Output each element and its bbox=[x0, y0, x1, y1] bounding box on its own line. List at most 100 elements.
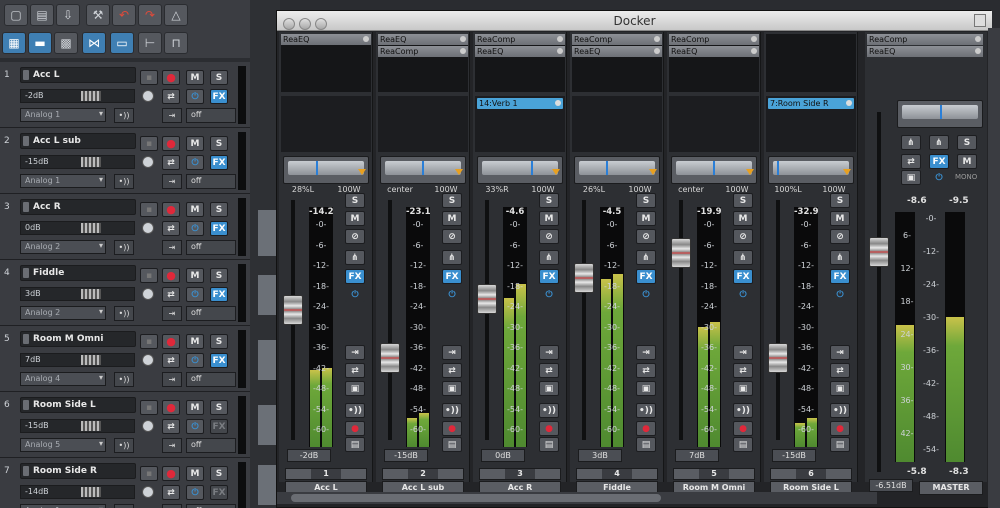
io-icon[interactable]: ⇄ bbox=[830, 363, 850, 378]
solo-button[interactable]: S bbox=[830, 193, 850, 208]
input-icon[interactable]: ⇥ bbox=[539, 345, 559, 360]
monitor-icon[interactable]: •)) bbox=[114, 372, 134, 387]
route-icon[interactable]: ⇥ bbox=[162, 372, 182, 387]
fx-button[interactable]: FX bbox=[442, 269, 462, 284]
mute-button[interactable]: M bbox=[957, 154, 977, 169]
fx-slot[interactable]: ReaEQ bbox=[867, 46, 983, 57]
track-name-field[interactable]: Room Side R bbox=[20, 463, 136, 479]
mute-button[interactable]: M bbox=[186, 70, 204, 85]
track-header[interactable]: 5 Room M Omni 7dB Analog 4 ▪ ● MS ⇄ ⏻ FX •)) ⇥ off bbox=[0, 326, 250, 392]
fx-button[interactable]: FX bbox=[210, 89, 228, 104]
master-name[interactable]: MASTER bbox=[919, 481, 983, 495]
power-icon[interactable]: ⏻ bbox=[186, 419, 204, 434]
pan-indicator[interactable] bbox=[606, 161, 609, 175]
mute-button[interactable]: M bbox=[186, 466, 204, 481]
route-icon[interactable]: ⋔ bbox=[345, 250, 365, 265]
track-input-select[interactable]: Analog 1 bbox=[20, 174, 106, 188]
track-header[interactable]: 4 Fiddle 3dB Analog 2 ▪ ● MS ⇄ ⏻ FX •)) ⇥ off bbox=[0, 260, 250, 326]
fader-track[interactable] bbox=[582, 200, 586, 440]
track-volume-slider[interactable]: 0dB bbox=[20, 221, 135, 235]
pan-indicator[interactable] bbox=[422, 161, 424, 175]
fx-slot[interactable]: ReaEQ bbox=[669, 46, 759, 57]
monitor-icon[interactable]: •)) bbox=[345, 403, 365, 418]
track-arm-icon[interactable]: ▪ bbox=[140, 466, 158, 481]
envelope-icon[interactable]: ▣ bbox=[830, 381, 850, 396]
route-icon[interactable]: ⋔ bbox=[539, 250, 559, 265]
io-icon[interactable]: ⇄ bbox=[539, 363, 559, 378]
io-routing-icon[interactable]: ⇄ bbox=[162, 485, 180, 500]
grid-snap-icon[interactable]: ▦ bbox=[2, 32, 26, 54]
lock-icon[interactable]: ⊓ bbox=[164, 32, 188, 54]
monitor-icon[interactable]: •)) bbox=[636, 403, 656, 418]
track-input-select[interactable]: Analog 1 bbox=[20, 504, 106, 508]
power-icon[interactable]: ⏻ bbox=[186, 287, 204, 302]
envelope-icon[interactable]: ▣ bbox=[442, 381, 462, 396]
fader-track[interactable] bbox=[877, 112, 881, 472]
fx-slot[interactable]: ReaEQ bbox=[572, 46, 662, 57]
envelope-icon[interactable]: ▣ bbox=[901, 170, 921, 185]
io-routing-icon[interactable]: ⇄ bbox=[901, 154, 921, 169]
route-icon[interactable]: ⇥ bbox=[162, 306, 182, 321]
automation-mode-select[interactable]: off bbox=[186, 504, 236, 508]
phase-icon[interactable]: ⊘ bbox=[345, 229, 365, 244]
fx-slot[interactable]: ReaComp bbox=[867, 34, 983, 45]
record-arm-button[interactable]: ● bbox=[345, 421, 365, 436]
power-icon[interactable]: ⏻ bbox=[929, 170, 949, 185]
track-name-field[interactable]: Acc L sub bbox=[20, 133, 136, 149]
fx-button[interactable]: FX bbox=[636, 269, 656, 284]
power-icon[interactable]: ⏻ bbox=[733, 287, 753, 302]
mute-button[interactable]: M bbox=[345, 211, 365, 226]
phase-icon[interactable]: ⊘ bbox=[830, 229, 850, 244]
fx-slot[interactable]: ReaEQ bbox=[378, 34, 468, 45]
io-icon[interactable]: ⇄ bbox=[636, 363, 656, 378]
fader-handle[interactable] bbox=[671, 237, 691, 268]
marker-icon[interactable]: ⊢ bbox=[138, 32, 162, 54]
monitor-icon[interactable]: •)) bbox=[539, 403, 559, 418]
route-icon[interactable]: ⇥ bbox=[162, 504, 182, 508]
record-arm-button[interactable]: ● bbox=[830, 421, 850, 436]
record-arm-button[interactable]: ● bbox=[162, 400, 180, 415]
track-input-select[interactable]: Analog 2 bbox=[20, 240, 106, 254]
power-icon[interactable]: ⏻ bbox=[186, 155, 204, 170]
meter-icon[interactable]: ▤ bbox=[636, 437, 656, 452]
fader-handle[interactable] bbox=[477, 284, 497, 314]
track-header[interactable]: 2 Acc L sub -15dB Analog 1 ▪ ● MS ⇄ ⏻ FX •)) ⇥ off bbox=[0, 128, 250, 194]
pan-knob[interactable] bbox=[142, 486, 154, 498]
track-volume-slider[interactable]: -2dB bbox=[20, 89, 135, 103]
track-name-field[interactable]: Room Side L bbox=[20, 397, 136, 413]
io-icon[interactable]: ⇄ bbox=[733, 363, 753, 378]
track-arm-icon[interactable]: ▪ bbox=[140, 268, 158, 283]
mute-button[interactable]: M bbox=[186, 334, 204, 349]
fx-slot[interactable]: ReaComp bbox=[475, 34, 565, 45]
pan-indicator[interactable] bbox=[940, 105, 942, 119]
route-icon[interactable]: ⇥ bbox=[162, 438, 182, 453]
fx-button[interactable]: FX bbox=[830, 269, 850, 284]
fx-chain[interactable] bbox=[766, 34, 856, 92]
record-arm-button[interactable]: ● bbox=[162, 334, 180, 349]
track-arm-icon[interactable]: ▪ bbox=[140, 400, 158, 415]
automation-mode-select[interactable]: off bbox=[186, 438, 236, 453]
track-input-select[interactable]: Analog 1 bbox=[20, 108, 106, 122]
monitor-icon[interactable]: •)) bbox=[733, 403, 753, 418]
solo-button[interactable]: S bbox=[210, 70, 228, 85]
route-icon[interactable]: ⋔ bbox=[442, 250, 462, 265]
track-name-field[interactable]: Acc L bbox=[20, 67, 136, 83]
record-arm-button[interactable]: ● bbox=[442, 421, 462, 436]
automation-mode-select[interactable]: off bbox=[186, 240, 236, 255]
meter-icon[interactable]: ▤ bbox=[539, 437, 559, 452]
route-icon[interactable]: ⋔ bbox=[636, 250, 656, 265]
solo-button[interactable]: S bbox=[210, 202, 228, 217]
input-icon[interactable]: ⇥ bbox=[733, 345, 753, 360]
fx-slot[interactable]: ReaComp bbox=[572, 34, 662, 45]
power-icon[interactable]: ⏻ bbox=[636, 287, 656, 302]
track-input-select[interactable]: Analog 4 bbox=[20, 372, 106, 386]
fader-track[interactable] bbox=[388, 200, 392, 440]
undo-icon[interactable]: ↶ bbox=[112, 4, 136, 26]
io-icon[interactable]: ⋔ bbox=[929, 135, 949, 150]
track-input-select[interactable]: Analog 2 bbox=[20, 306, 106, 320]
monitor-icon[interactable]: •)) bbox=[114, 504, 134, 508]
meter-icon[interactable]: ▤ bbox=[442, 437, 462, 452]
route-icon[interactable]: ⇥ bbox=[162, 174, 182, 189]
monitor-icon[interactable]: •)) bbox=[114, 108, 134, 123]
solo-button[interactable]: S bbox=[210, 268, 228, 283]
